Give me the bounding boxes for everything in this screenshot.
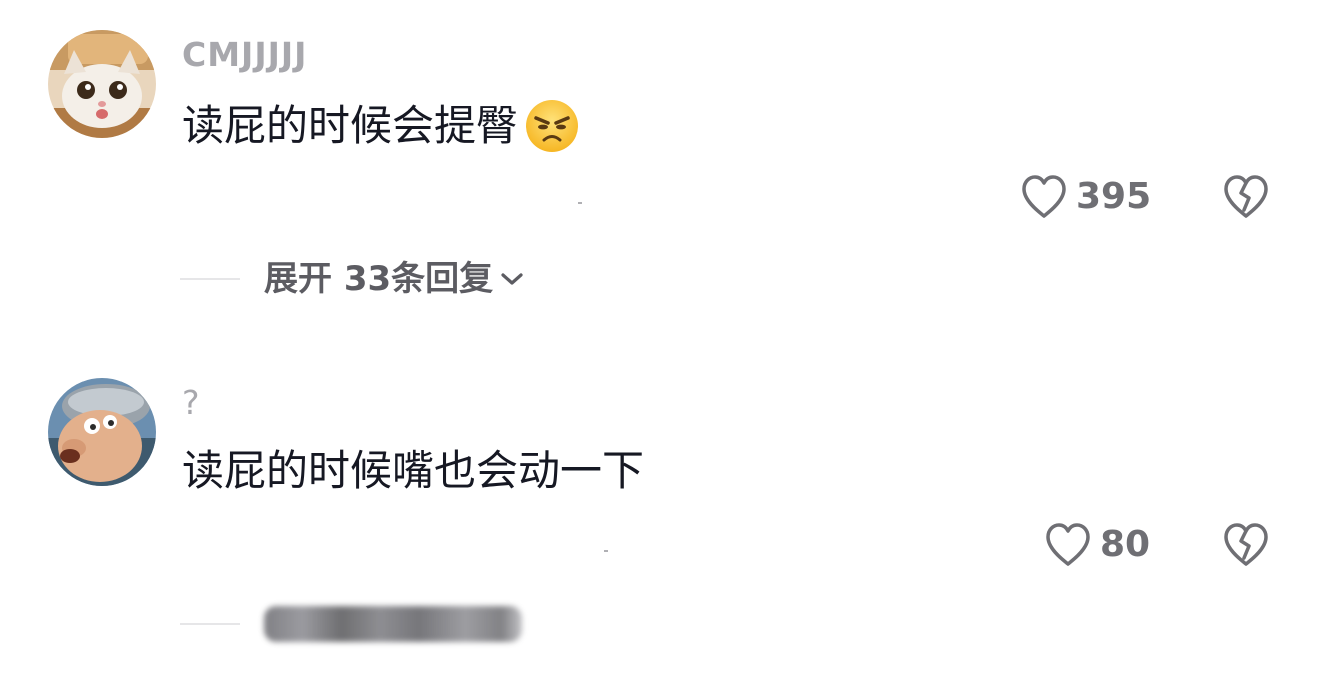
- heart-outline-icon: [1046, 523, 1090, 566]
- comment-item: ? 读屁的时候嘴也会动一下 80: [0, 340, 1320, 682]
- comment-body: 读屁的时候嘴也会动一下: [182, 446, 645, 495]
- broken-heart-icon: [1224, 175, 1268, 218]
- like-button[interactable]: 395: [1020, 174, 1151, 220]
- angry-emoji-icon: [524, 98, 580, 154]
- like-button[interactable]: 80: [1044, 522, 1150, 568]
- blurred-replies-label: [264, 606, 522, 642]
- username[interactable]: ?: [182, 386, 201, 419]
- heart-outline-icon: [1022, 175, 1066, 218]
- expand-replies[interactable]: 展开 33条回复: [180, 262, 525, 296]
- divider-speck: [604, 550, 608, 552]
- avatar[interactable]: [48, 30, 156, 138]
- comment-text: 读屁的时候嘴也会动一下: [182, 450, 644, 492]
- replies-label: 展开 33条回复: [264, 259, 494, 299]
- broken-heart-icon: [1224, 523, 1268, 566]
- dislike-button[interactable]: [1222, 522, 1270, 572]
- comment-body: 读屁的时候会提臀: [182, 101, 519, 150]
- replies-divider: [180, 278, 240, 280]
- like-count: 395: [1076, 176, 1152, 217]
- avatar[interactable]: [48, 378, 156, 486]
- dislike-button[interactable]: [1222, 174, 1270, 224]
- comment-text: 读屁的时候会提臀: [182, 98, 580, 154]
- expand-replies[interactable]: [180, 606, 522, 642]
- like-count: 80: [1100, 524, 1151, 565]
- replies-divider: [180, 623, 240, 625]
- comment-item: CMJJJJJ 读屁的时候会提臀 395 展开 33条回复: [0, 0, 1320, 340]
- chevron-down-icon: [501, 273, 523, 285]
- username[interactable]: CMJJJJJ: [182, 38, 307, 71]
- divider-speck: [578, 202, 582, 204]
